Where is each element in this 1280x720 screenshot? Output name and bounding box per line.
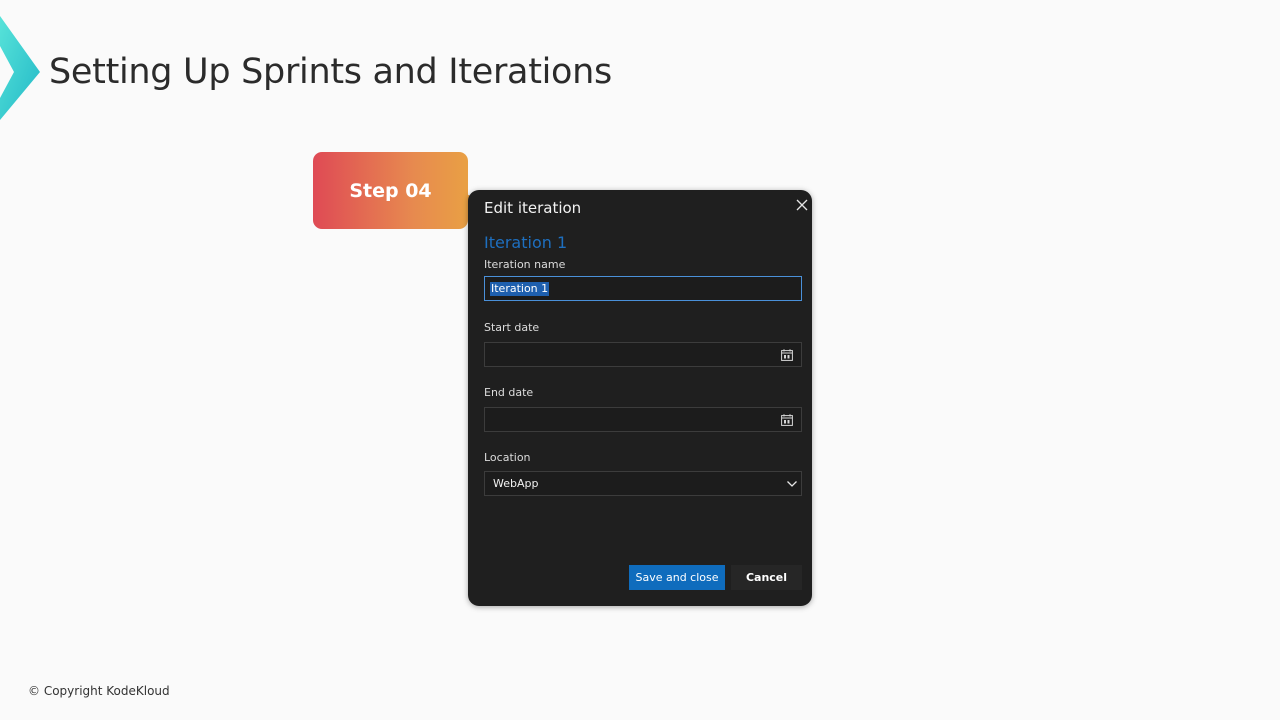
iteration-name-label: Iteration name bbox=[484, 258, 566, 271]
copyright-text: © Copyright KodeKloud bbox=[28, 684, 170, 698]
save-and-close-button[interactable]: Save and close bbox=[629, 565, 725, 590]
iteration-heading: Iteration 1 bbox=[484, 233, 568, 252]
location-label: Location bbox=[484, 451, 531, 464]
iteration-name-value: Iteration 1 bbox=[490, 282, 550, 296]
cancel-button[interactable]: Cancel bbox=[731, 565, 802, 590]
calendar-icon[interactable] bbox=[781, 349, 793, 361]
start-date-label: Start date bbox=[484, 321, 540, 334]
location-select[interactable]: WebApp bbox=[484, 471, 802, 496]
step-badge: Step 04 bbox=[313, 152, 468, 229]
edit-iteration-dialog: Edit iteration Iteration 1 Iteration nam… bbox=[468, 190, 812, 606]
slide-title: Setting Up Sprints and Iterations bbox=[49, 52, 612, 92]
calendar-icon[interactable] bbox=[781, 414, 793, 426]
start-date-input[interactable] bbox=[484, 342, 802, 367]
end-date-input[interactable] bbox=[484, 407, 802, 432]
location-selected-value: WebApp bbox=[493, 477, 539, 490]
step-label: Step 04 bbox=[349, 179, 432, 202]
dialog-title: Edit iteration bbox=[484, 199, 582, 217]
end-date-label: End date bbox=[484, 386, 534, 399]
chevron-down-icon[interactable] bbox=[786, 479, 798, 489]
iteration-name-input[interactable]: Iteration 1 bbox=[484, 276, 802, 301]
close-icon[interactable] bbox=[795, 198, 809, 212]
kodekloud-chevron-logo-icon bbox=[0, 16, 40, 120]
